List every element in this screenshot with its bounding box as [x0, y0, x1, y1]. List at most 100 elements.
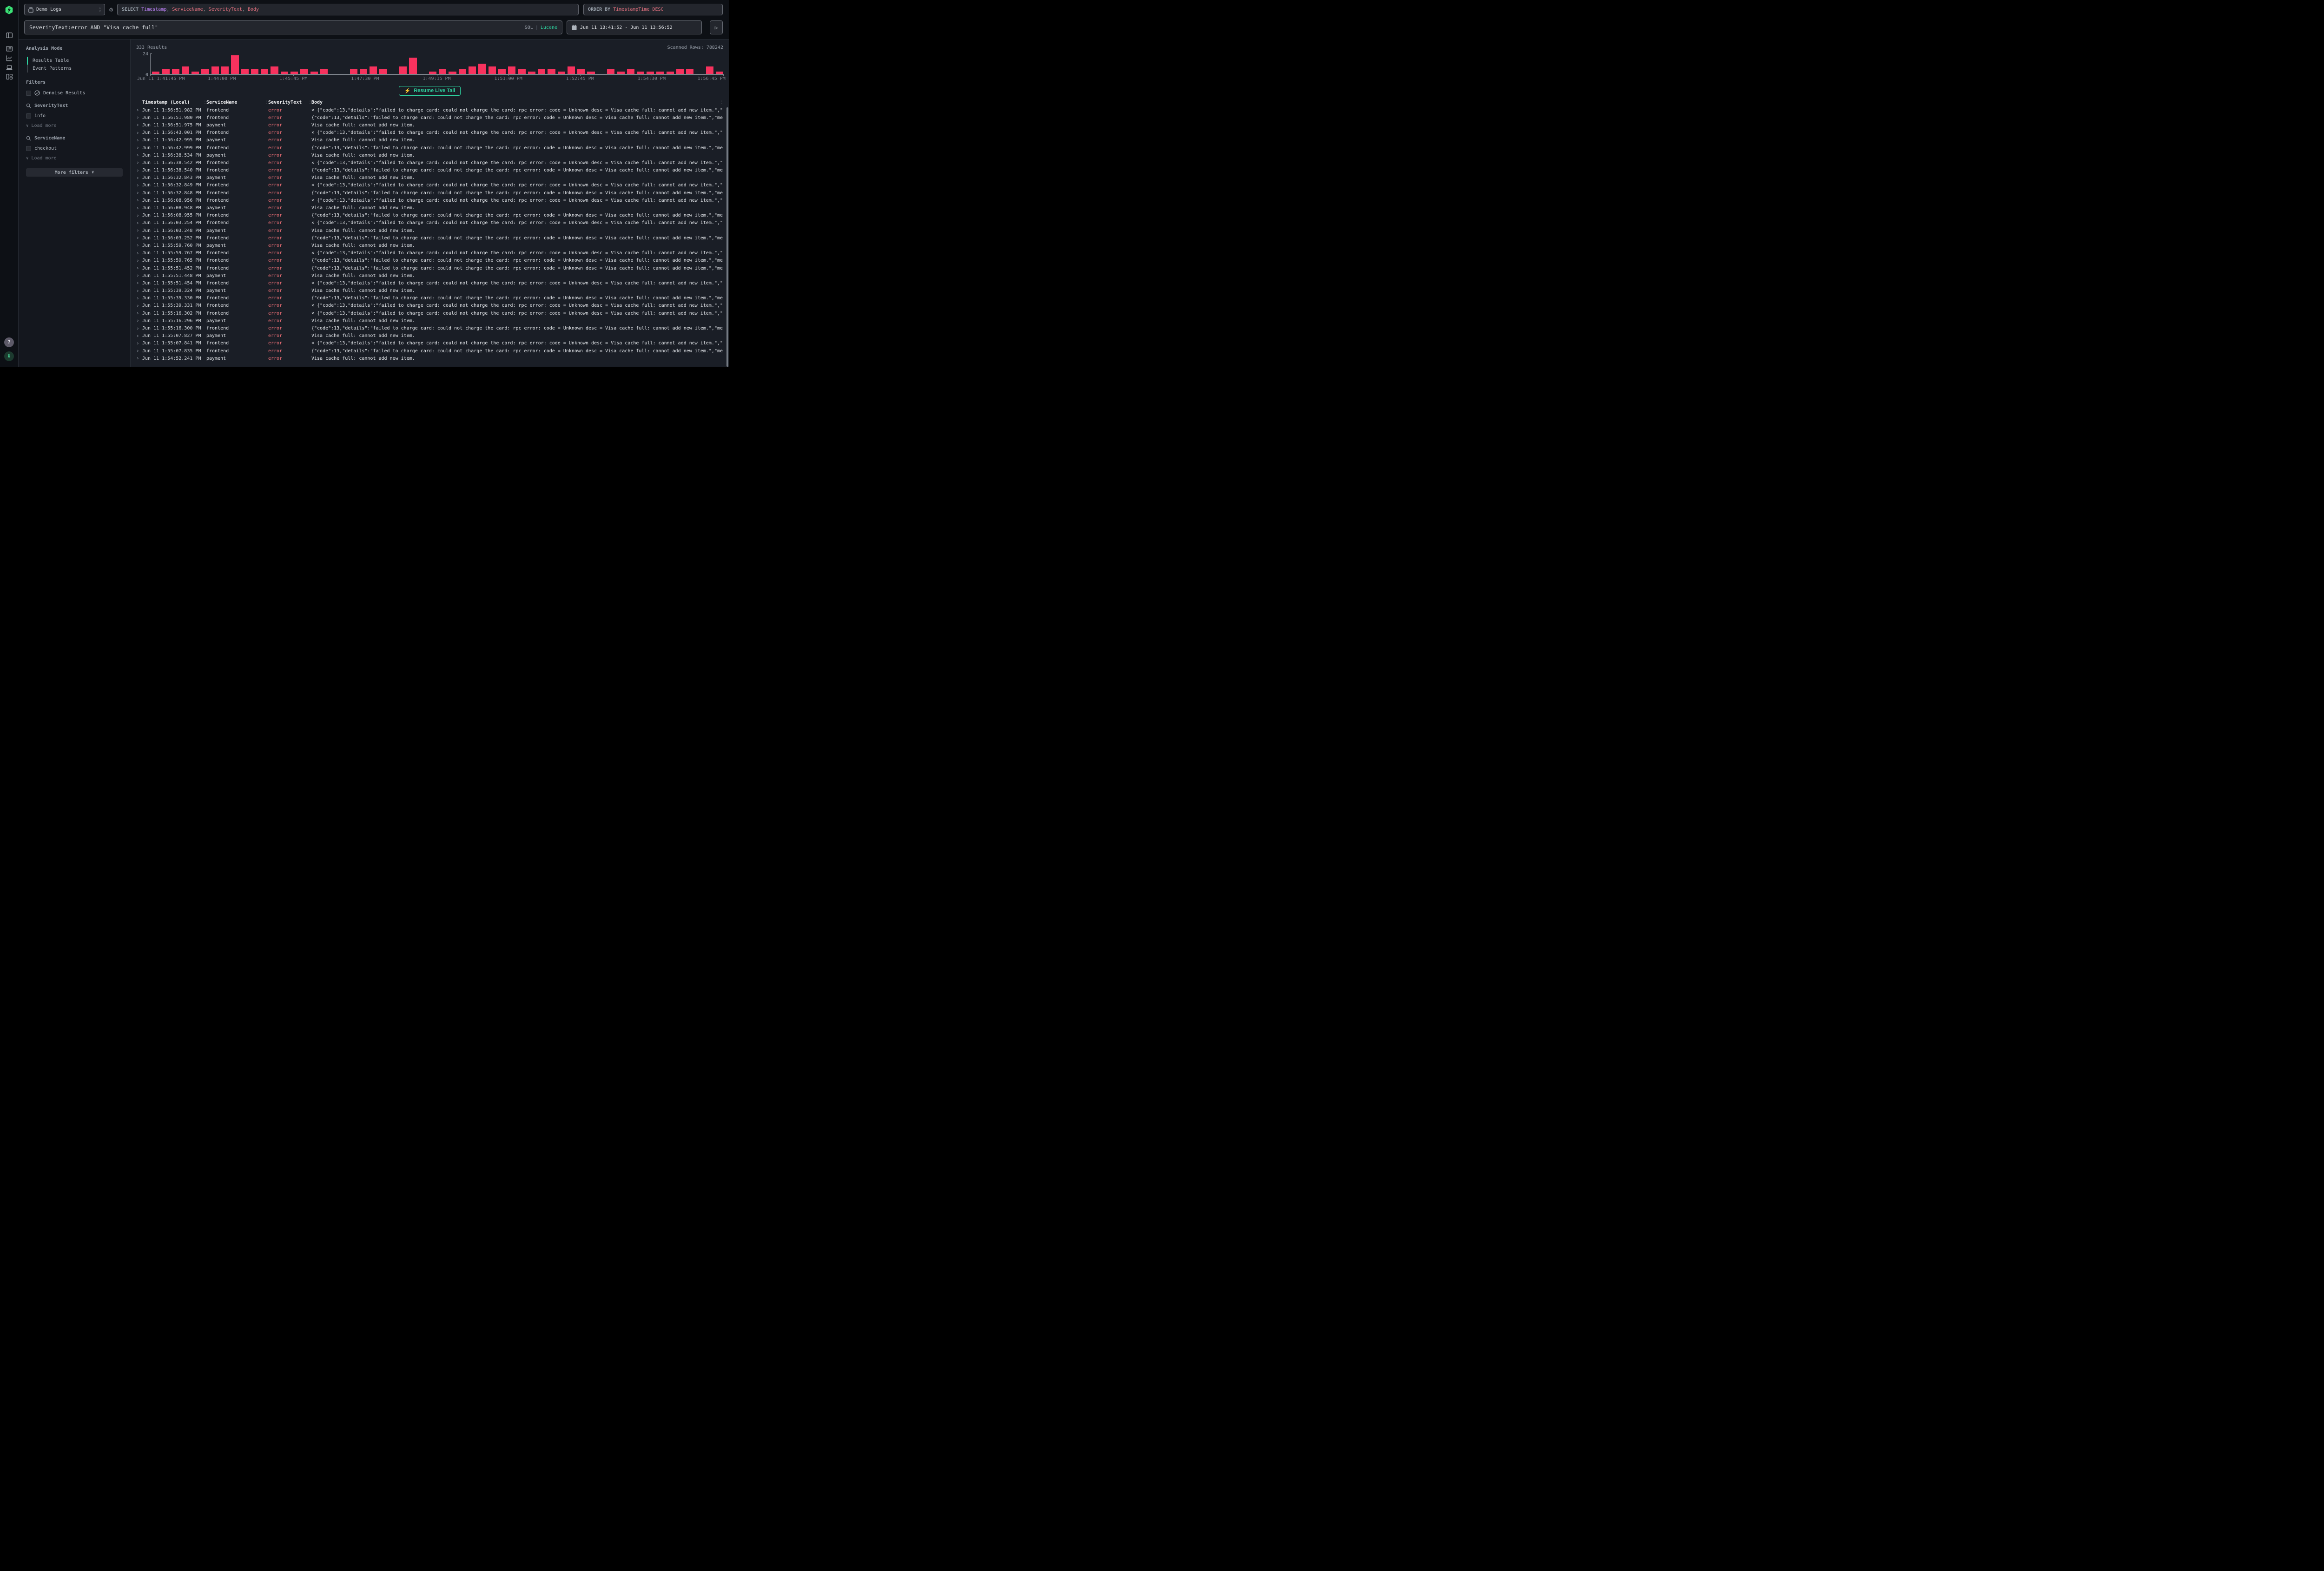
histogram-bar[interactable] [162, 69, 169, 74]
row-expand-icon[interactable]: › [136, 228, 142, 233]
load-more-button[interactable]: ∨Load more [26, 156, 123, 161]
histogram-bar[interactable] [221, 66, 229, 74]
histogram-bar[interactable] [607, 69, 614, 74]
row-expand-icon[interactable]: › [136, 326, 142, 331]
table-row[interactable]: ›Jun 11 1:55:51.448 PMpaymenterrorVisa c… [136, 272, 723, 279]
row-expand-icon[interactable]: › [136, 311, 142, 316]
histogram-bar[interactable] [271, 66, 278, 74]
histogram-bar[interactable] [300, 69, 308, 74]
row-expand-icon[interactable]: › [136, 258, 142, 263]
row-expand-icon[interactable]: › [136, 349, 142, 353]
analysis-mode-item[interactable]: Results Table [27, 57, 123, 65]
histogram-bar[interactable] [568, 66, 575, 74]
row-expand-icon[interactable]: › [136, 115, 142, 120]
histogram-bar[interactable] [518, 69, 525, 74]
table-row[interactable]: ›Jun 11 1:56:38.540 PMfrontenderror{"cod… [136, 167, 723, 174]
denoise-results-option[interactable]: Denoise Results [26, 90, 123, 96]
histogram-bar[interactable] [716, 72, 723, 74]
histogram-bar[interactable] [459, 69, 466, 74]
row-expand-icon[interactable]: › [136, 341, 142, 346]
histogram-bar[interactable] [241, 69, 249, 74]
row-expand-icon[interactable]: › [136, 176, 142, 180]
hyperdx-logo-icon[interactable] [5, 6, 13, 14]
table-row[interactable]: ›Jun 11 1:55:16.300 PMfrontenderror{"cod… [136, 324, 723, 332]
row-expand-icon[interactable]: › [136, 123, 142, 127]
row-expand-icon[interactable]: › [136, 289, 142, 293]
table-row[interactable]: ›Jun 11 1:55:07.827 PMpaymenterrorVisa c… [136, 332, 723, 340]
panel-toggle-icon[interactable] [5, 31, 13, 39]
table-row[interactable]: ›Jun 11 1:56:42.995 PMpaymenterrorVisa c… [136, 137, 723, 144]
row-expand-icon[interactable]: › [136, 304, 142, 308]
histogram-bar[interactable] [211, 66, 219, 74]
source-settings-gear-icon[interactable]: ⚙ [105, 4, 117, 15]
row-expand-icon[interactable]: › [136, 281, 142, 285]
histogram-bar[interactable] [360, 69, 367, 74]
histogram-bar[interactable] [379, 69, 387, 74]
source-selector[interactable]: Demo Logs ˄˅ [24, 4, 105, 15]
histogram-bar[interactable] [587, 72, 594, 74]
row-expand-icon[interactable]: › [136, 183, 142, 188]
table-row[interactable]: ›Jun 11 1:56:32.843 PMpaymenterrorVisa c… [136, 174, 723, 182]
table-row[interactable]: ›Jun 11 1:55:59.767 PMfrontenderror× {"c… [136, 250, 723, 257]
row-expand-icon[interactable]: › [136, 198, 142, 203]
histogram-bar[interactable] [706, 66, 713, 74]
table-row[interactable]: ›Jun 11 1:55:16.302 PMfrontenderror× {"c… [136, 310, 723, 317]
table-row[interactable]: ›Jun 11 1:55:39.331 PMfrontenderror× {"c… [136, 302, 723, 310]
time-range-picker[interactable]: Jun 11 13:41:52 - Jun 11 13:56:52 [567, 20, 702, 34]
histogram-bar[interactable] [251, 69, 258, 74]
row-expand-icon[interactable]: › [136, 273, 142, 278]
table-row[interactable]: ›Jun 11 1:55:39.324 PMpaymenterrorVisa c… [136, 287, 723, 295]
histogram-bar[interactable] [469, 66, 476, 74]
table-row[interactable]: ›Jun 11 1:55:07.835 PMfrontenderror{"cod… [136, 347, 723, 355]
histogram-bar[interactable] [548, 69, 555, 74]
column-header-timestamp[interactable]: Timestamp (Local) [142, 100, 203, 105]
histogram-bar[interactable] [370, 66, 377, 74]
column-header-body[interactable]: Body [311, 100, 720, 105]
table-row[interactable]: ›Jun 11 1:55:16.296 PMpaymenterrorVisa c… [136, 317, 723, 324]
column-header-severitytext[interactable]: SeverityText [268, 100, 308, 105]
table-row[interactable]: ›Jun 11 1:56:38.542 PMfrontenderror× {"c… [136, 159, 723, 166]
order-by-input[interactable]: ORDER BY TimestampTime DESC [583, 4, 723, 15]
table-row[interactable]: ›Jun 11 1:55:39.330 PMfrontenderror{"cod… [136, 295, 723, 302]
row-expand-icon[interactable]: › [136, 296, 142, 301]
analysis-mode-item[interactable]: Event Patterns [27, 65, 123, 73]
table-row[interactable]: ›Jun 11 1:56:32.848 PMfrontenderror{"cod… [136, 189, 723, 197]
histogram-bar[interactable] [409, 58, 416, 74]
select-columns-input[interactable]: SELECT Timestamp, ServiceName, SeverityT… [117, 4, 579, 15]
filter-option[interactable]: checkout [26, 146, 123, 151]
search-input[interactable]: SeverityText:error AND "Visa cache full"… [24, 20, 562, 34]
more-filters-button[interactable]: More filters ∨ [26, 168, 123, 177]
histogram-bar[interactable] [508, 66, 515, 74]
histogram-bar[interactable] [261, 69, 268, 74]
table-row[interactable]: ›Jun 11 1:55:59.765 PMfrontenderror{"cod… [136, 257, 723, 264]
table-row[interactable]: ›Jun 11 1:56:43.001 PMfrontenderror× {"c… [136, 129, 723, 137]
histogram-bar[interactable] [429, 72, 436, 74]
column-separator[interactable]: ⋮ [264, 100, 268, 105]
column-separator[interactable]: ⋮ [308, 100, 311, 105]
table-row[interactable]: ›Jun 11 1:55:51.454 PMfrontenderror× {"c… [136, 279, 723, 287]
row-expand-icon[interactable]: › [136, 243, 142, 248]
client-sessions-icon[interactable] [5, 63, 13, 71]
histogram-bar[interactable] [478, 64, 486, 74]
table-row[interactable]: ›Jun 11 1:55:59.760 PMpaymenterrorVisa c… [136, 242, 723, 249]
table-row[interactable]: ›Jun 11 1:56:38.534 PMpaymenterrorVisa c… [136, 152, 723, 159]
table-row[interactable]: ›Jun 11 1:55:51.452 PMfrontenderror{"cod… [136, 264, 723, 272]
row-expand-icon[interactable]: › [136, 334, 142, 338]
histogram-bar[interactable] [676, 69, 684, 74]
table-row[interactable]: ›Jun 11 1:56:08.955 PMfrontenderror{"cod… [136, 212, 723, 219]
histogram-bar[interactable] [182, 66, 189, 74]
table-row[interactable]: ›Jun 11 1:56:42.999 PMfrontenderror{"cod… [136, 144, 723, 152]
histogram-bar[interactable] [627, 69, 634, 74]
histogram-bar[interactable] [350, 69, 357, 74]
resume-live-tail-button[interactable]: ⚡ Resume Live Tail [399, 86, 461, 96]
row-expand-icon[interactable]: › [136, 153, 142, 158]
denoise-checkbox[interactable] [26, 91, 31, 96]
row-expand-icon[interactable]: › [136, 318, 142, 323]
histogram-bar[interactable] [498, 69, 506, 74]
histogram-bar[interactable] [667, 72, 674, 74]
row-expand-icon[interactable]: › [136, 266, 142, 271]
vertical-scrollbar[interactable] [726, 107, 728, 367]
chart-explorer-icon[interactable] [5, 54, 13, 62]
table-row[interactable]: ›Jun 11 1:55:07.841 PMfrontenderror× {"c… [136, 340, 723, 347]
row-expand-icon[interactable]: › [136, 108, 142, 112]
